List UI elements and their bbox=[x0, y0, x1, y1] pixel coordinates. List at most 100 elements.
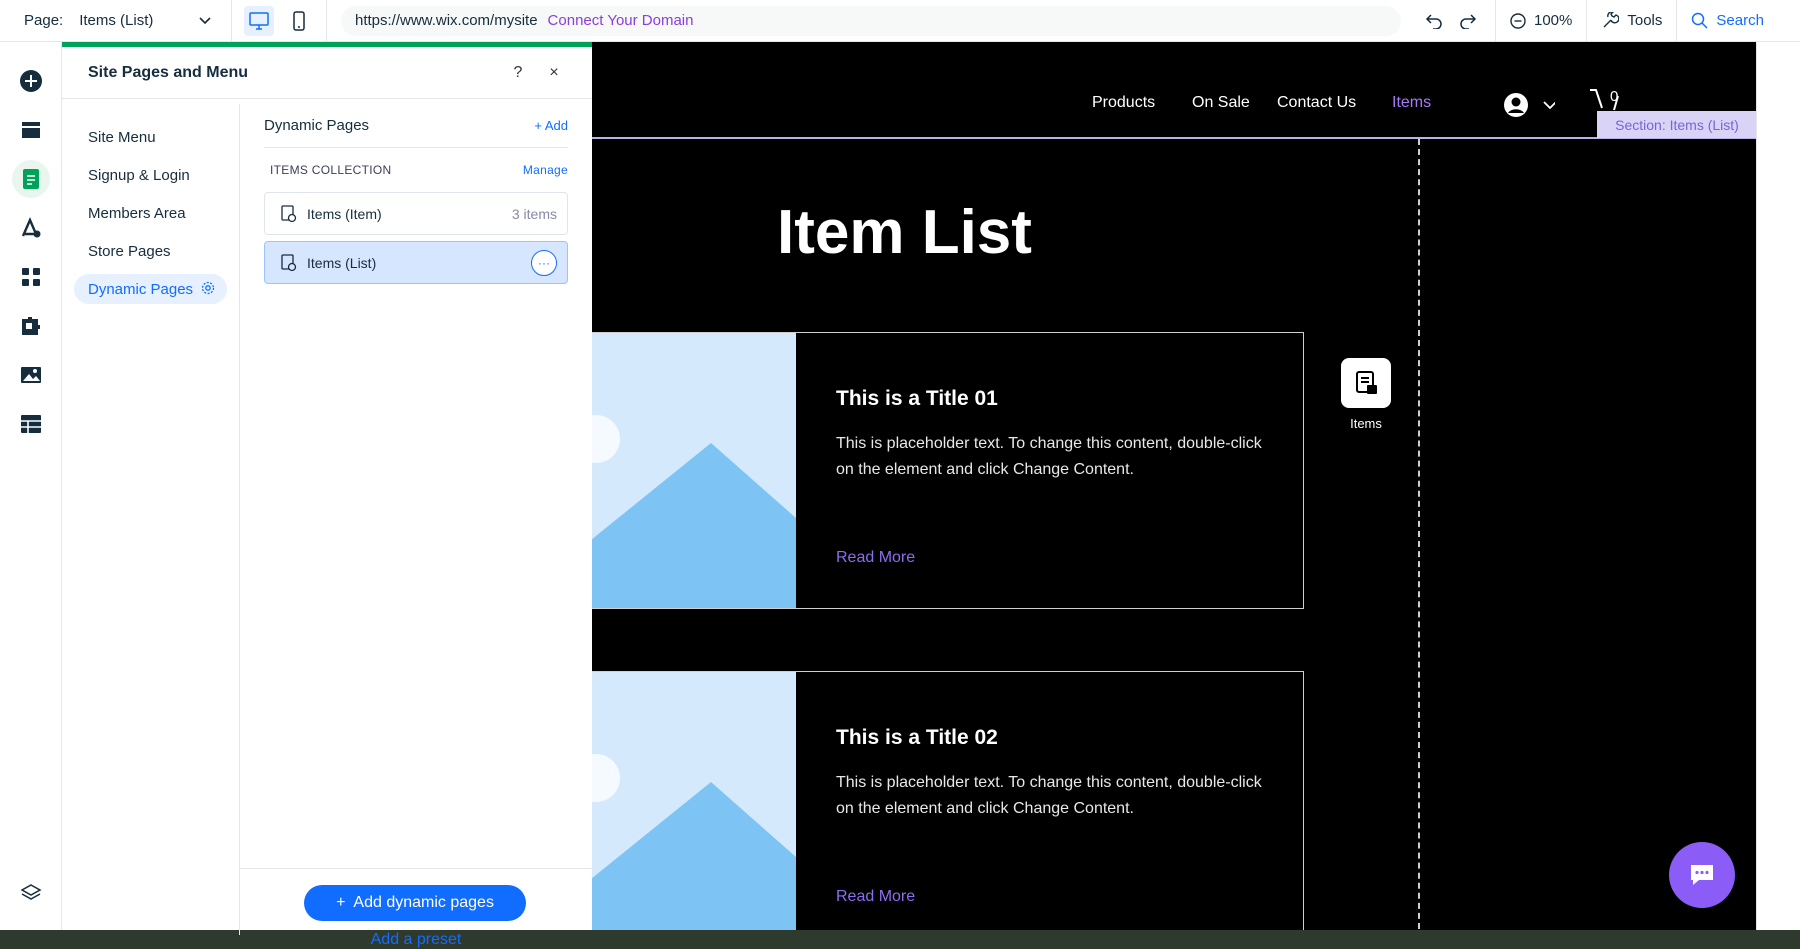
add-page-link[interactable]: + Add bbox=[534, 118, 568, 133]
manage-link[interactable]: Manage bbox=[523, 163, 568, 177]
add-elements-button[interactable] bbox=[12, 62, 50, 100]
site-nav-contact-us[interactable]: Contact Us bbox=[1277, 94, 1356, 112]
placeholder-image[interactable] bbox=[592, 333, 796, 608]
connect-domain-link[interactable]: Connect Your Domain bbox=[548, 12, 694, 29]
topbar-actions: 100% Tools Search bbox=[1417, 0, 1796, 42]
add-preset-link[interactable]: Add a preset bbox=[240, 931, 592, 949]
site-header: Products On Sale Contact Us Items 0 bbox=[592, 42, 1756, 139]
add-dynamic-pages-label: Add dynamic pages bbox=[353, 894, 494, 911]
page-item-label: Items (List) bbox=[307, 254, 377, 271]
undo-button[interactable] bbox=[1417, 0, 1451, 42]
panel-header: Site Pages and Menu ? × bbox=[62, 47, 592, 99]
chat-icon bbox=[1691, 865, 1713, 885]
chevron-down-icon bbox=[199, 14, 211, 28]
puzzle-icon bbox=[22, 317, 40, 335]
nav-dynamic-pages[interactable]: Dynamic Pages bbox=[74, 274, 227, 304]
editor-left-bar bbox=[0, 42, 62, 930]
search-button[interactable]: Search bbox=[1676, 0, 1796, 42]
desktop-view-button[interactable] bbox=[244, 5, 274, 36]
read-more-link[interactable]: Read More bbox=[836, 888, 915, 906]
page-item-label: Items (Item) bbox=[307, 205, 382, 222]
panel-nav: Site Menu Signup & Login Members Area St… bbox=[62, 104, 240, 935]
dataset-icon bbox=[1356, 371, 1377, 394]
placeholder-image[interactable] bbox=[592, 672, 796, 930]
add-dynamic-pages-button[interactable]: + Add dynamic pages bbox=[304, 885, 526, 921]
nav-site-menu[interactable]: Site Menu bbox=[74, 122, 227, 152]
list-item[interactable]: This is a Title 01 This is placeholder t… bbox=[592, 332, 1304, 609]
panel-main: Dynamic Pages + Add ITEMS COLLECTION Man… bbox=[240, 104, 592, 948]
card-title[interactable]: This is a Title 02 bbox=[836, 726, 998, 750]
design-icon bbox=[21, 217, 41, 238]
business-apps-button[interactable] bbox=[12, 307, 50, 345]
right-strip bbox=[1756, 42, 1800, 930]
device-switcher bbox=[232, 0, 327, 42]
search-icon bbox=[1692, 12, 1708, 29]
dynamic-page-icon bbox=[281, 204, 299, 223]
items-dataset-label: Items bbox=[1350, 416, 1382, 431]
site-nav-items[interactable]: Items bbox=[1392, 94, 1431, 112]
section-title: Dynamic Pages bbox=[264, 117, 370, 134]
gear-icon[interactable] bbox=[201, 281, 215, 298]
dynamic-page-icon bbox=[281, 253, 299, 272]
card-body[interactable]: This is placeholder text. To change this… bbox=[836, 770, 1266, 822]
section-label[interactable]: Section: Items (List) bbox=[1597, 111, 1756, 138]
page-title[interactable]: Item List bbox=[777, 197, 1032, 268]
card-body[interactable]: This is placeholder text. To change this… bbox=[836, 431, 1266, 483]
sections-button[interactable] bbox=[12, 111, 50, 149]
section-boundary-line bbox=[592, 137, 1756, 139]
cart-count: 0 bbox=[1610, 88, 1619, 105]
sections-icon bbox=[22, 122, 40, 138]
mobile-icon bbox=[293, 10, 305, 31]
search-label: Search bbox=[1716, 12, 1764, 29]
tools-label: Tools bbox=[1627, 12, 1663, 29]
help-button[interactable]: ? bbox=[506, 64, 530, 82]
cms-button[interactable] bbox=[12, 405, 50, 443]
page-label: Page: bbox=[24, 12, 64, 29]
collection-label: ITEMS COLLECTION bbox=[270, 163, 392, 177]
panel-title: Site Pages and Menu bbox=[88, 63, 249, 81]
media-button[interactable] bbox=[12, 356, 50, 394]
pages-menu-button[interactable] bbox=[12, 160, 50, 198]
page-item-items-list[interactable]: Items (List) ··· bbox=[264, 241, 568, 284]
site-nav-products[interactable]: Products bbox=[1092, 94, 1155, 112]
page-item-items-item[interactable]: Items (Item) 3 items bbox=[264, 192, 568, 235]
mobile-view-button[interactable] bbox=[284, 6, 314, 36]
nav-signup-login[interactable]: Signup & Login bbox=[74, 160, 227, 190]
card-title[interactable]: This is a Title 01 bbox=[836, 387, 998, 411]
site-canvas: Products On Sale Contact Us Items 0 Sect… bbox=[592, 42, 1756, 930]
more-actions-button[interactable]: ··· bbox=[531, 249, 557, 276]
pages-icon bbox=[23, 169, 39, 189]
site-nav-on-sale[interactable]: On Sale bbox=[1192, 94, 1250, 112]
site-pages-panel: Site Pages and Menu ? × Site Menu Signup… bbox=[62, 42, 592, 948]
design-button[interactable] bbox=[12, 209, 50, 247]
nav-store-pages[interactable]: Store Pages bbox=[74, 236, 227, 266]
zoom-button[interactable]: 100% bbox=[1495, 0, 1586, 42]
editor-top-bar: Page: Items (List) https://www.wix.com/m… bbox=[0, 0, 1800, 42]
tools-button[interactable]: Tools bbox=[1586, 0, 1676, 42]
nav-label: Dynamic Pages bbox=[88, 280, 194, 298]
tools-icon bbox=[1603, 11, 1620, 27]
items-dataset-button[interactable] bbox=[1341, 358, 1391, 408]
read-more-link[interactable]: Read More bbox=[836, 549, 915, 567]
account-icon[interactable] bbox=[1503, 92, 1557, 123]
redo-icon bbox=[1460, 13, 1477, 29]
apps-button[interactable] bbox=[12, 258, 50, 296]
table-icon bbox=[21, 415, 41, 433]
nav-members-area[interactable]: Members Area bbox=[74, 198, 227, 228]
layers-button[interactable] bbox=[12, 874, 50, 912]
nav-label: Site Menu bbox=[88, 128, 156, 146]
dynamic-pages-header: Dynamic Pages + Add bbox=[264, 104, 568, 148]
list-item[interactable]: This is a Title 02 This is placeholder t… bbox=[592, 671, 1304, 930]
close-button[interactable]: × bbox=[542, 64, 566, 82]
desktop-icon bbox=[249, 11, 269, 30]
add-icon bbox=[20, 70, 42, 92]
redo-button[interactable] bbox=[1451, 0, 1495, 42]
page-selector[interactable]: Page: Items (List) bbox=[0, 0, 232, 42]
chat-button[interactable] bbox=[1669, 842, 1735, 908]
url-bar: https://www.wix.com/mysite Connect Your … bbox=[341, 5, 1401, 36]
site-url: https://www.wix.com/mysite bbox=[355, 12, 538, 29]
page-item-count: 3 items bbox=[511, 205, 557, 222]
undo-icon bbox=[1425, 13, 1442, 29]
nav-label: Members Area bbox=[88, 204, 186, 222]
collection-header: ITEMS COLLECTION Manage bbox=[264, 148, 568, 192]
